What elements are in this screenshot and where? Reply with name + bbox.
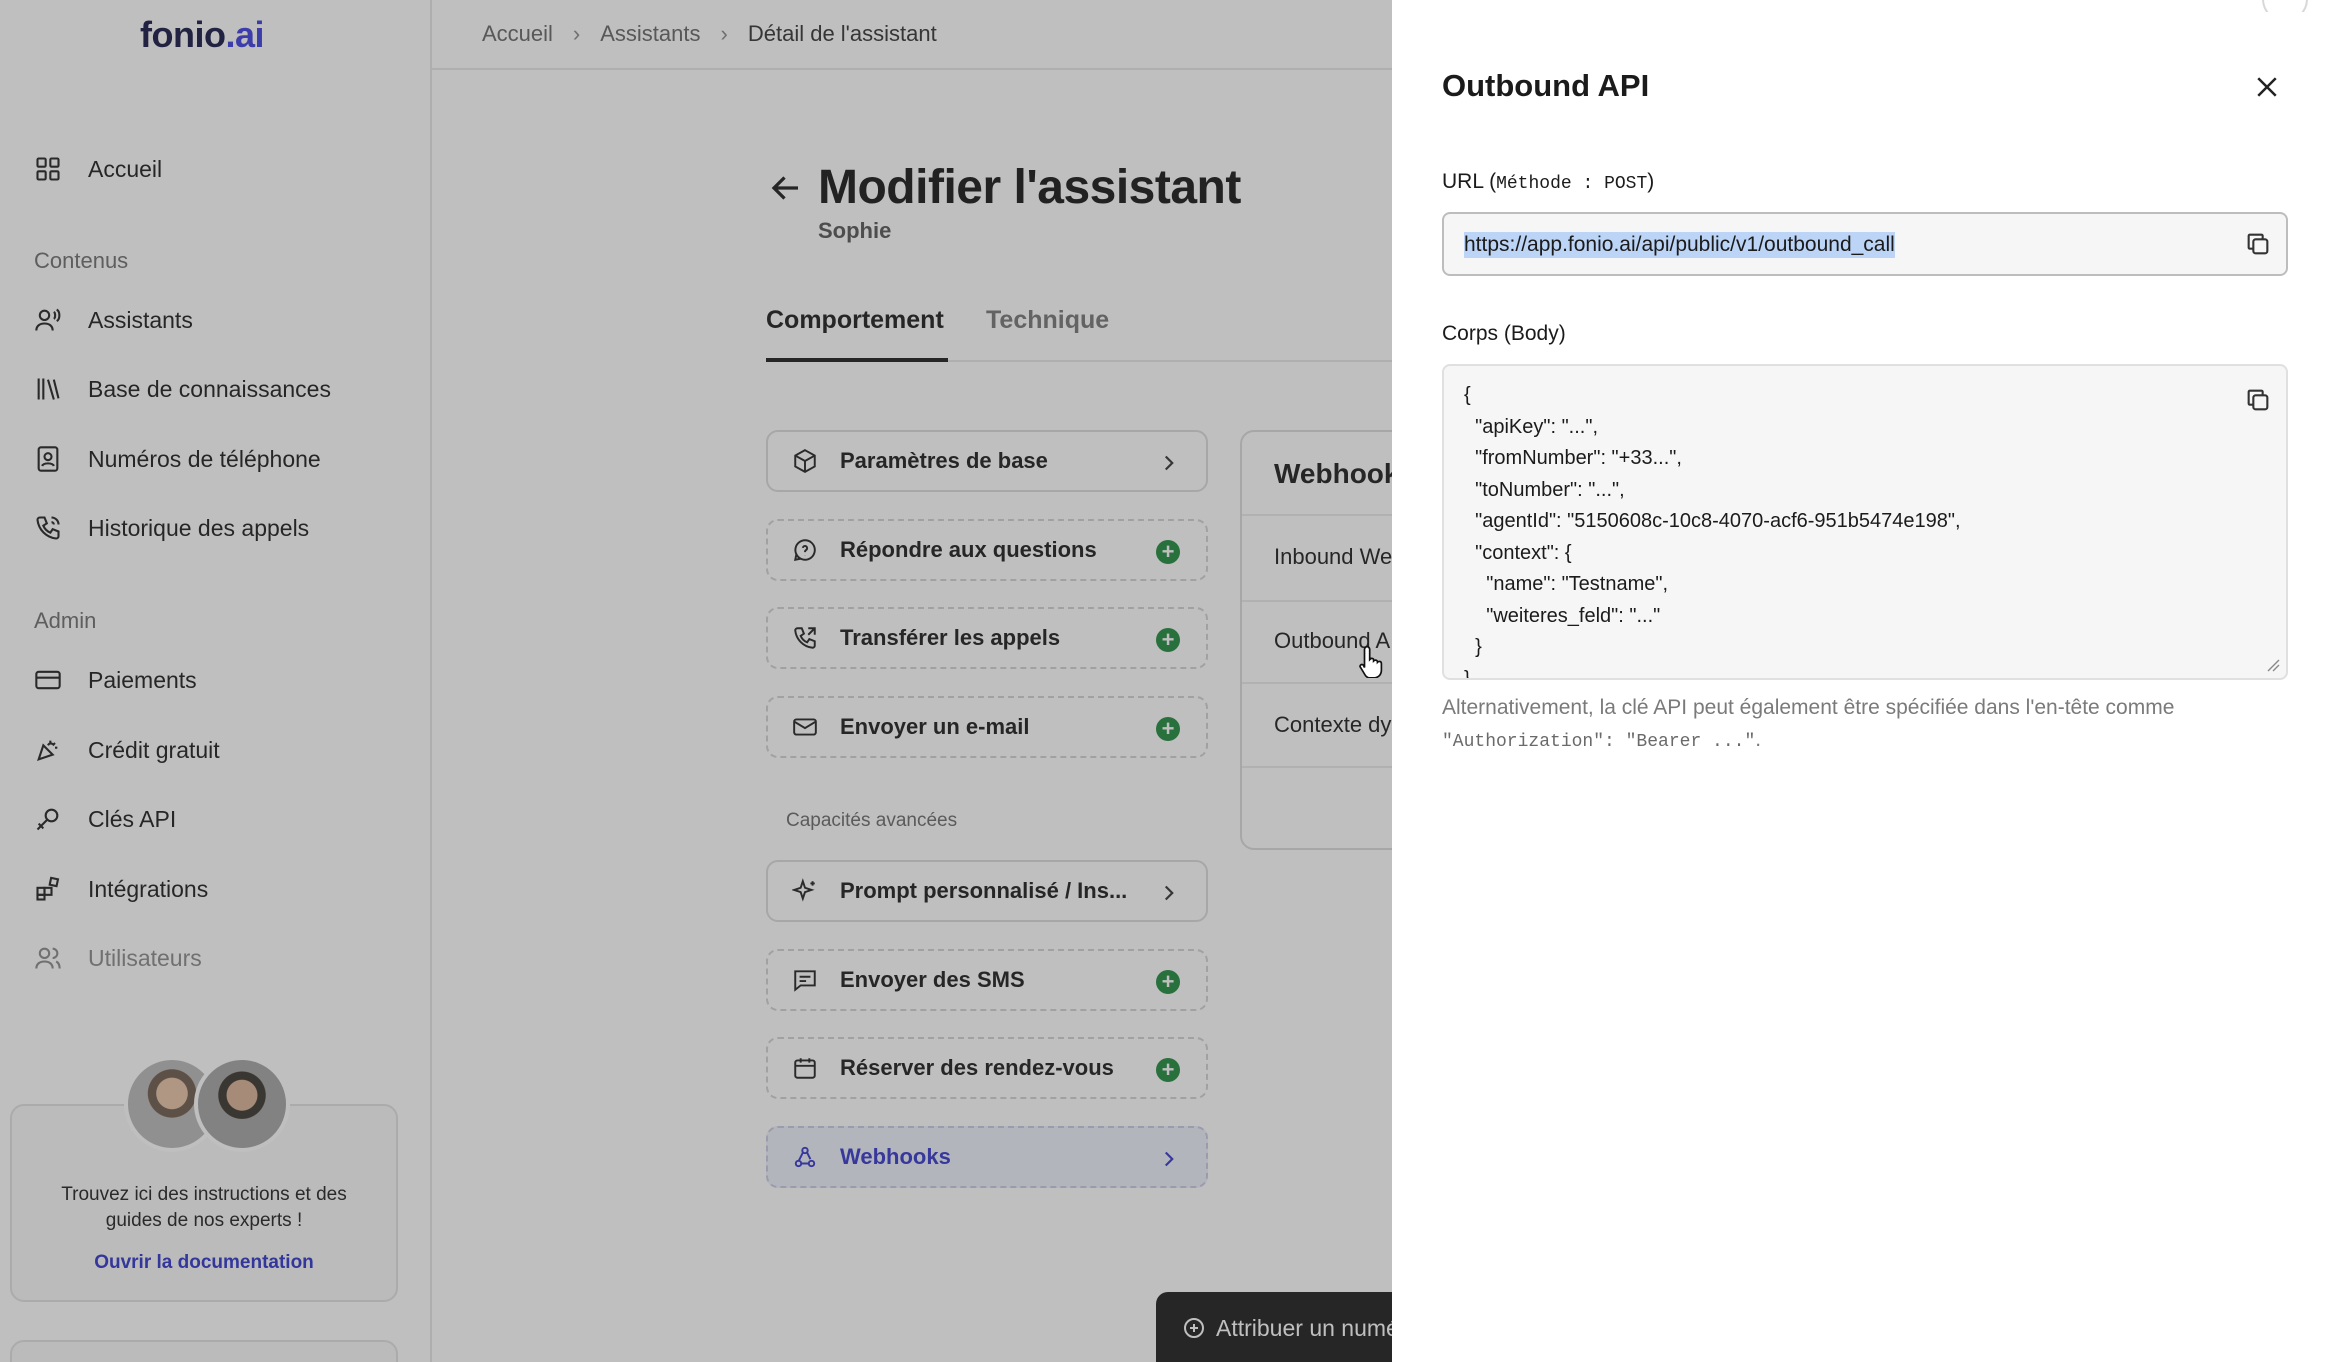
body-label: Corps (Body) bbox=[1442, 322, 1566, 345]
outbound-api-drawer: Outbound API URL (Méthode : POST) https:… bbox=[1392, 12, 2336, 1362]
url-value[interactable]: https://app.fonio.ai/api/public/v1/outbo… bbox=[1464, 232, 1895, 258]
url-label-end: ) bbox=[1647, 170, 1655, 193]
url-method: Méthode : POST bbox=[1496, 174, 1648, 194]
note-end: . bbox=[1755, 728, 1762, 751]
modal-backdrop[interactable] bbox=[0, 0, 1392, 1362]
url-field[interactable]: https://app.fonio.ai/api/public/v1/outbo… bbox=[1442, 212, 2288, 276]
body-textarea[interactable]: { "apiKey": "...", "fromNumber": "+33...… bbox=[1442, 364, 2288, 680]
close-icon[interactable] bbox=[2252, 72, 2282, 102]
note-text: Alternativement, la clé API peut égaleme… bbox=[1442, 696, 2175, 719]
hand-cursor-icon bbox=[1359, 645, 1383, 678]
url-label-text: URL ( bbox=[1442, 170, 1497, 193]
copy-icon[interactable] bbox=[2244, 386, 2272, 414]
note-code: "Authorization": "Bearer ..." bbox=[1442, 732, 1756, 752]
resize-handle-icon[interactable] bbox=[2266, 658, 2280, 672]
modal-title: Outbound API bbox=[1442, 68, 1650, 103]
url-label: URL (Méthode : POST) bbox=[1442, 170, 1654, 194]
copy-icon[interactable] bbox=[2244, 230, 2272, 258]
body-code[interactable]: { "apiKey": "...", "fromNumber": "+33...… bbox=[1464, 380, 1961, 678]
api-key-header-note: Alternativement, la clé API peut égaleme… bbox=[1442, 692, 2288, 758]
